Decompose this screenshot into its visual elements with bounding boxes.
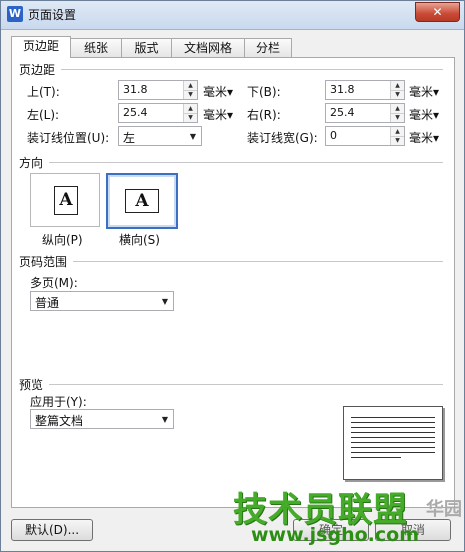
tab-document-grid[interactable]: 文档网格 xyxy=(171,38,245,57)
preview-divider xyxy=(49,384,443,385)
tab-margins[interactable]: 页边距 xyxy=(11,36,71,58)
right-margin-unit-dropdown[interactable]: 毫米▾ xyxy=(409,106,439,123)
dialog-title: 页面设置 xyxy=(28,8,77,22)
tab-layout[interactable]: 版式 xyxy=(121,38,172,57)
preview-section-title: 预览 xyxy=(19,378,44,392)
multiple-pages-value: 普通 xyxy=(35,296,60,310)
gutter-position-select[interactable]: 左 ▼ xyxy=(118,126,202,146)
chevron-down-icon: ▼ xyxy=(161,415,168,424)
gutter-width-spinner[interactable]: 0 ▲ ▼ xyxy=(325,126,405,146)
tab-paper[interactable]: 纸张 xyxy=(70,38,122,57)
bottom-margin-value: 31.8 xyxy=(330,83,355,96)
preview-text-line xyxy=(351,442,435,443)
close-button[interactable]: ✕ xyxy=(415,2,460,22)
preview-text-line xyxy=(351,417,435,418)
gutter-width-label: 装订线宽(G): xyxy=(247,131,318,145)
left-margin-value: 25.4 xyxy=(123,106,148,119)
portrait-option[interactable]: A xyxy=(30,173,100,227)
margins-section-title: 页边距 xyxy=(19,63,56,77)
page-preview xyxy=(343,406,443,480)
bottom-margin-spinner[interactable]: 31.8 ▲ ▼ xyxy=(325,80,405,100)
chevron-down-icon: ▼ xyxy=(189,132,196,141)
watermark-extra: 华园 xyxy=(426,499,462,520)
multiple-pages-label: 多页(M): xyxy=(30,276,78,290)
title-bar[interactable]: W 页面设置 ✕ xyxy=(1,1,464,30)
landscape-page-icon: A xyxy=(125,189,159,213)
multiple-pages-select[interactable]: 普通 ▼ xyxy=(30,291,174,311)
bottom-margin-label: 下(B): xyxy=(247,85,281,99)
left-margin-unit-dropdown[interactable]: 毫米▾ xyxy=(203,106,233,123)
gutter-width-value: 0 xyxy=(330,129,337,142)
right-margin-value: 25.4 xyxy=(330,106,355,119)
apply-to-value: 整篇文档 xyxy=(35,414,84,428)
page-setup-dialog: W 页面设置 ✕ 页边距 纸张 版式 文档网格 分栏 页边距 上(T): 31.… xyxy=(0,0,465,552)
tab-columns[interactable]: 分栏 xyxy=(244,38,292,57)
apply-to-select[interactable]: 整篇文档 ▼ xyxy=(30,409,174,429)
top-margin-label: 上(T): xyxy=(27,85,60,99)
preview-text-line xyxy=(351,422,435,423)
apply-to-label: 应用于(Y): xyxy=(30,395,87,409)
preview-text-line xyxy=(351,432,435,433)
top-margin-unit-dropdown[interactable]: 毫米▾ xyxy=(203,83,233,100)
preview-text-line xyxy=(351,427,435,428)
preview-text-line xyxy=(351,447,435,448)
gutter-position-value: 左 xyxy=(123,131,136,145)
page-range-divider xyxy=(73,261,443,262)
margins-divider xyxy=(61,69,443,70)
gutter-width-unit-dropdown[interactable]: 毫米▾ xyxy=(409,129,439,146)
orientation-section-title: 方向 xyxy=(19,156,44,170)
watermark-url: www.jsgho.com xyxy=(251,524,419,546)
portrait-page-icon: A xyxy=(54,186,78,215)
landscape-label: 横向(S) xyxy=(119,233,160,247)
orientation-divider xyxy=(49,162,443,163)
right-margin-spinner[interactable]: 25.4 ▲ ▼ xyxy=(325,103,405,123)
right-margin-label: 右(R): xyxy=(247,108,281,122)
wps-writer-icon: W xyxy=(7,6,23,22)
gutter-position-label: 装订线位置(U): xyxy=(27,131,110,145)
portrait-label: 纵向(P) xyxy=(42,233,83,247)
bottom-margin-unit-dropdown[interactable]: 毫米▾ xyxy=(409,83,439,100)
top-margin-spinner[interactable]: 31.8 ▲ ▼ xyxy=(118,80,198,100)
spin-down-icon[interactable]: ▼ xyxy=(391,90,404,99)
preview-text-line xyxy=(351,457,401,458)
top-margin-value: 31.8 xyxy=(123,83,148,96)
preview-text-line xyxy=(351,437,435,438)
left-margin-spinner[interactable]: 25.4 ▲ ▼ xyxy=(118,103,198,123)
default-button[interactable]: 默认(D)... xyxy=(11,519,93,541)
spin-down-icon[interactable]: ▼ xyxy=(184,113,197,122)
spin-down-icon[interactable]: ▼ xyxy=(391,113,404,122)
preview-text-line xyxy=(351,452,435,453)
page-range-section-title: 页码范围 xyxy=(19,255,68,269)
left-margin-label: 左(L): xyxy=(27,108,60,122)
spin-down-icon[interactable]: ▼ xyxy=(391,136,404,145)
chevron-down-icon: ▼ xyxy=(161,297,168,306)
landscape-option[interactable]: A xyxy=(106,173,178,229)
spin-down-icon[interactable]: ▼ xyxy=(184,90,197,99)
